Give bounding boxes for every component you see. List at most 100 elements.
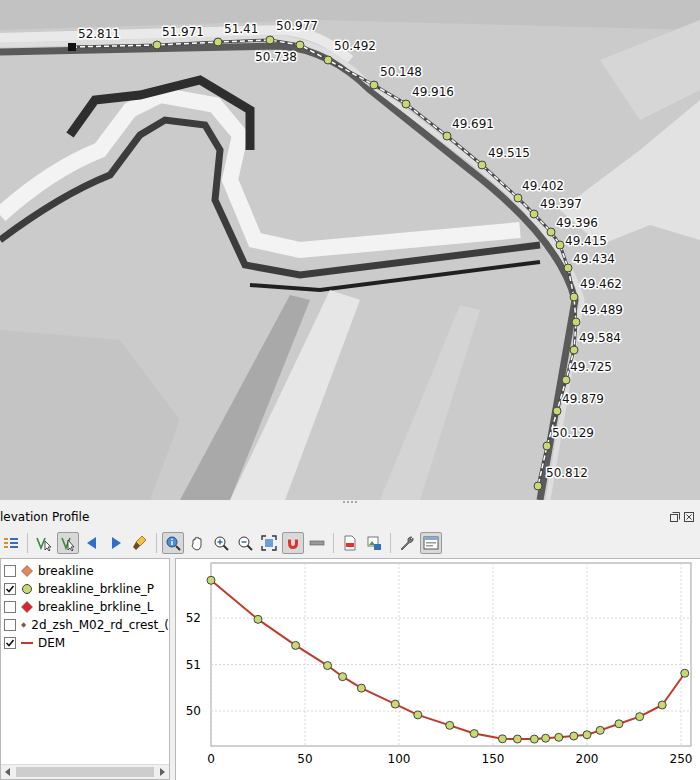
layer-row[interactable]: DEM: [4, 634, 169, 652]
profile-point[interactable]: [658, 701, 666, 709]
toolbar-button[interactable]: [162, 532, 184, 554]
breakline-point[interactable]: [543, 442, 551, 450]
toolbar-button[interactable]: [282, 532, 304, 554]
breakline-point[interactable]: [534, 482, 542, 490]
toolbar-separator: [333, 533, 334, 553]
profile-point[interactable]: [470, 730, 478, 738]
breakline-point[interactable]: [570, 293, 578, 301]
add-line-icon: [36, 535, 52, 551]
line-start-marker[interactable]: [68, 43, 76, 51]
breakline-point[interactable]: [572, 318, 580, 326]
breakline-point[interactable]: [214, 38, 222, 46]
toolbar-button[interactable]: [396, 532, 418, 554]
layer-checkbox[interactable]: [4, 565, 16, 577]
profile-point[interactable]: [292, 641, 300, 649]
profile-point[interactable]: [207, 576, 215, 584]
toolbar-button[interactable]: [33, 532, 55, 554]
x-tick-label: 0: [207, 752, 215, 766]
toolbar-button[interactable]: [363, 532, 385, 554]
breakline-point[interactable]: [296, 41, 304, 49]
toolbar-button[interactable]: [258, 532, 280, 554]
breakline-point[interactable]: [556, 241, 564, 249]
diamond-symbol-icon: [21, 565, 33, 577]
hillshade-map[interactable]: 52.81151.97151.4150.97750.73850.49250.14…: [0, 0, 700, 500]
toolbar-button[interactable]: [57, 532, 79, 554]
toolbar-button[interactable]: [339, 532, 361, 554]
toolbar-button[interactable]: [306, 532, 328, 554]
breakline-point[interactable]: [266, 36, 274, 44]
elevation-chart[interactable]: 050100150200250525150: [175, 558, 700, 780]
profile-point[interactable]: [357, 684, 365, 692]
toolbar-button[interactable]: [210, 532, 232, 554]
profile-point[interactable]: [542, 734, 550, 742]
profile-point[interactable]: [636, 713, 644, 721]
diamond-symbol-icon: [21, 601, 33, 613]
y-tick-label: 52: [186, 611, 201, 625]
map-canvas[interactable]: 52.81151.97151.4150.97750.73850.49250.14…: [0, 0, 700, 500]
close-icon: [684, 512, 694, 522]
profile-point[interactable]: [596, 726, 604, 734]
grid-line: [211, 664, 691, 665]
profile-point[interactable]: [498, 735, 506, 743]
profile-point[interactable]: [583, 731, 591, 739]
layer-name: breakline: [38, 564, 94, 578]
breakline-point[interactable]: [564, 264, 572, 272]
close-button[interactable]: [683, 512, 694, 523]
layer-row[interactable]: 2d_zsh_M02_rd_crest_(: [4, 616, 169, 634]
select-feature-icon: [60, 535, 76, 551]
panel-splitter[interactable]: [0, 500, 700, 506]
breakline-point[interactable]: [553, 407, 561, 415]
layer-checkbox[interactable]: [4, 637, 16, 649]
breakline-point[interactable]: [443, 132, 451, 140]
toolbar-button[interactable]: [234, 532, 256, 554]
layer-row[interactable]: breakline_brkline_P: [4, 580, 169, 598]
scroll-left-button[interactable]: [1, 765, 15, 779]
profile-point[interactable]: [339, 673, 347, 681]
breakline-point[interactable]: [370, 81, 378, 89]
profile-point[interactable]: [570, 732, 578, 740]
breakline-point[interactable]: [547, 228, 555, 236]
x-tick-label: 200: [576, 752, 599, 766]
toolbar-button[interactable]: [129, 532, 151, 554]
float-button[interactable]: [669, 512, 680, 523]
breakline-point[interactable]: [153, 41, 161, 49]
profile-point[interactable]: [681, 669, 689, 677]
layer-list: breakline breakline_brkline_Pbreakline_br…: [0, 558, 170, 780]
panel-title: levation Profile: [0, 510, 89, 524]
x-tick-label: 250: [670, 752, 693, 766]
toolbar-button[interactable]: [186, 532, 208, 554]
breakline-point[interactable]: [324, 56, 332, 64]
point-label: 49.397: [540, 197, 582, 211]
layer-checkbox[interactable]: [4, 601, 16, 613]
breakline-point[interactable]: [570, 346, 578, 354]
grid-line: [211, 563, 212, 746]
layer-checkbox[interactable]: [4, 619, 16, 631]
profile-point[interactable]: [414, 711, 422, 719]
profile-point[interactable]: [530, 735, 538, 743]
toolbar-button[interactable]: [81, 532, 103, 554]
check-icon: [5, 584, 15, 594]
breakline-point[interactable]: [402, 100, 410, 108]
profile-point[interactable]: [324, 662, 332, 670]
toolbar-button[interactable]: [0, 532, 22, 554]
profile-point[interactable]: [391, 700, 399, 708]
profile-point[interactable]: [446, 721, 454, 729]
layer-checkbox[interactable]: [4, 583, 16, 595]
layer-row[interactable]: breakline_brkline_L: [4, 598, 169, 616]
layer-row[interactable]: breakline: [4, 562, 169, 580]
breakline-point[interactable]: [478, 161, 486, 169]
scroll-right-button[interactable]: [155, 765, 169, 779]
toolbar-button[interactable]: [105, 532, 127, 554]
profile-point[interactable]: [555, 733, 563, 741]
breakline-point[interactable]: [514, 194, 522, 202]
profile-point[interactable]: [615, 720, 623, 728]
profile-point[interactable]: [513, 735, 521, 743]
breakline-point[interactable]: [530, 210, 538, 218]
horizontal-scrollbar[interactable]: [1, 764, 169, 779]
scroll-thumb[interactable]: [16, 767, 154, 777]
point-label: 49.879: [562, 392, 604, 406]
profile-plot[interactable]: 050100150200250525150: [176, 559, 696, 775]
breakline-point[interactable]: [562, 376, 570, 384]
toolbar-button[interactable]: [420, 532, 442, 554]
profile-point[interactable]: [254, 615, 262, 623]
